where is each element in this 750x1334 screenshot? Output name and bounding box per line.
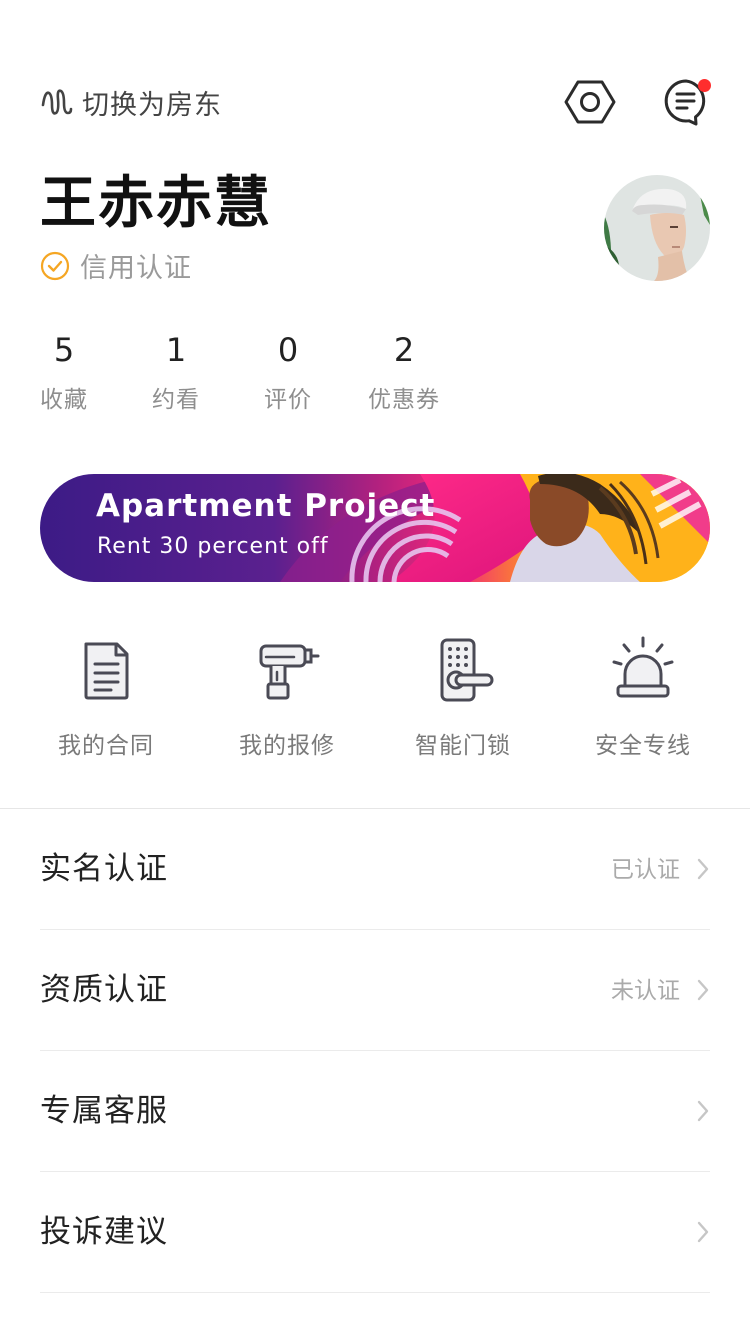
stat-value: 5 (53, 331, 75, 369)
chevron-right-icon (697, 979, 709, 1001)
menu-item-status: 未认证 (611, 978, 680, 1004)
menu-item-customer-service[interactable]: 专属客服 (40, 1051, 710, 1172)
switch-role-label: 切换为房东 (82, 89, 222, 121)
service-label: 智能门锁 (415, 733, 511, 759)
menu-item-complaints[interactable]: 投诉建议 (40, 1172, 710, 1293)
service-contract[interactable]: 我的合同 (31, 636, 181, 766)
stat-appointments[interactable]: 1 约看 (121, 330, 231, 414)
stat-favorites[interactable]: 5 收藏 (9, 330, 119, 414)
service-label: 我的报修 (239, 733, 335, 759)
check-circle-icon (40, 251, 70, 280)
unread-dot (698, 79, 711, 92)
wave-switch-icon (41, 89, 73, 115)
promo-banner[interactable]: Apartment Project Rent 30 percent off (40, 474, 710, 582)
user-name: 王赤赤慧 (40, 171, 272, 236)
banner-title: Apartment Project (96, 488, 436, 524)
stats-row: 5 收藏 1 约看 0 评价 2 优惠券 (0, 330, 750, 430)
service-security-line[interactable]: 安全专线 (568, 636, 718, 766)
chevron-right-icon (697, 858, 709, 880)
stat-value: 0 (277, 331, 299, 369)
stat-label: 收藏 (40, 387, 88, 413)
hexagon-settings-icon (564, 80, 616, 124)
services-grid: 我的合同 我的报修 智能门锁 安全专线 (0, 636, 750, 766)
menu-item-label: 资质认证 (40, 972, 168, 1008)
chevron-right-icon (697, 1221, 709, 1243)
credit-label: 信用认证 (80, 253, 192, 284)
stat-value: 2 (393, 331, 415, 369)
service-label: 安全专线 (595, 733, 691, 759)
smart-lock-icon (440, 638, 494, 702)
switch-role-button[interactable]: 切换为房东 (40, 84, 222, 121)
banner-subtitle: Rent 30 percent off (97, 534, 329, 559)
stat-coupons[interactable]: 2 优惠券 (349, 330, 459, 414)
menu-item-label: 投诉建议 (40, 1214, 168, 1250)
credit-verification[interactable]: 信用认证 (40, 246, 192, 285)
contract-document-icon (84, 642, 129, 700)
menu-item-real-name-verification[interactable]: 实名认证 已认证 (40, 809, 710, 930)
alarm-siren-icon (612, 636, 674, 698)
settings-menu: 实名认证 已认证 资质认证 未认证 专属客服 投诉建议 (40, 809, 710, 1293)
service-smart-lock[interactable]: 智能门锁 (388, 636, 538, 766)
settings-button[interactable] (564, 78, 616, 126)
messages-button[interactable] (660, 76, 712, 128)
chevron-right-icon (697, 1100, 709, 1122)
top-bar: 切换为房东 (0, 0, 750, 150)
menu-item-label: 专属客服 (40, 1093, 168, 1129)
avatar-photo (604, 175, 710, 281)
service-repair[interactable]: 我的报修 (212, 636, 362, 766)
stat-reviews[interactable]: 0 评价 (233, 330, 343, 414)
stat-label: 优惠券 (368, 387, 440, 413)
menu-item-qualification-verification[interactable]: 资质认证 未认证 (40, 930, 710, 1051)
service-label: 我的合同 (58, 733, 154, 759)
stat-label: 约看 (152, 387, 200, 413)
avatar[interactable] (604, 175, 710, 281)
drill-repair-icon (259, 644, 320, 700)
stat-value: 1 (165, 331, 187, 369)
menu-item-label: 实名认证 (40, 851, 168, 887)
stat-label: 评价 (264, 387, 312, 413)
menu-item-status: 已认证 (611, 857, 680, 883)
